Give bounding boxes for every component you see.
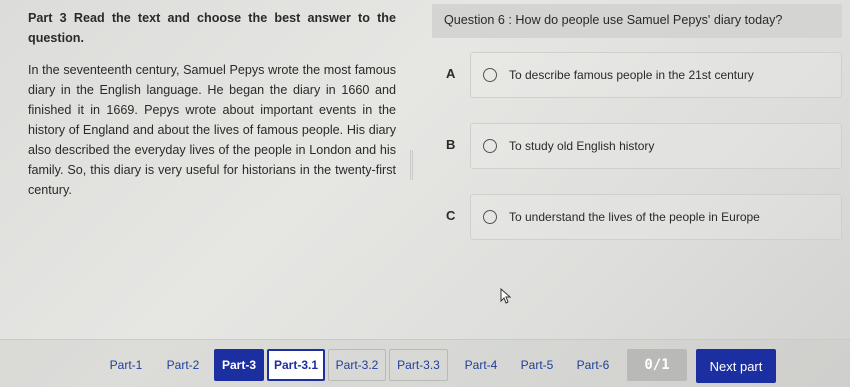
tab-part-3[interactable]: Part-3	[214, 349, 264, 381]
radio-button[interactable]	[483, 68, 497, 82]
option-text: To understand the lives of the people in…	[509, 210, 760, 224]
question-label: Question 6 : How do people use Samuel Pe…	[444, 13, 783, 27]
question-counter: 0/1	[627, 349, 687, 381]
radio-button[interactable]	[483, 210, 497, 224]
passage-text: In the seventeenth century, Samuel Pepys…	[28, 63, 396, 197]
part-title: Part 3 Read the text and choose the best…	[28, 11, 396, 45]
tab-part-4[interactable]: Part-4	[456, 349, 506, 381]
tab-part-6[interactable]: Part-6	[568, 349, 618, 381]
tab-part-1[interactable]: Part-1	[100, 349, 152, 381]
question-header: Question 6 : How do people use Samuel Pe…	[432, 4, 842, 38]
option-text: To describe famous people in the 21st ce…	[509, 68, 754, 82]
tab-part-2[interactable]: Part-2	[158, 349, 208, 381]
tab-part-5[interactable]: Part-5	[512, 349, 562, 381]
tab-part-3-1[interactable]: Part-3.1	[267, 349, 325, 381]
tab-part-3-3[interactable]: Part-3.3	[389, 349, 448, 381]
option-b[interactable]: B To study old English history	[432, 123, 842, 169]
tab-part-3-2[interactable]: Part-3.2	[328, 349, 386, 381]
reading-passage: Part 3 Read the text and choose the best…	[28, 8, 396, 200]
option-c[interactable]: C To understand the lives of the people …	[432, 194, 842, 240]
mouse-cursor-icon	[500, 288, 512, 304]
option-letter: B	[446, 137, 456, 152]
panel-divider[interactable]	[410, 150, 413, 180]
option-box[interactable]: To study old English history	[470, 123, 842, 169]
option-letter: A	[446, 66, 456, 81]
radio-button[interactable]	[483, 139, 497, 153]
option-box[interactable]: To understand the lives of the people in…	[470, 194, 842, 240]
option-a[interactable]: A To describe famous people in the 21st …	[432, 52, 842, 98]
option-letter: C	[446, 208, 456, 223]
next-part-button[interactable]: Next part	[696, 349, 776, 383]
option-box[interactable]: To describe famous people in the 21st ce…	[470, 52, 842, 98]
option-text: To study old English history	[509, 139, 655, 153]
